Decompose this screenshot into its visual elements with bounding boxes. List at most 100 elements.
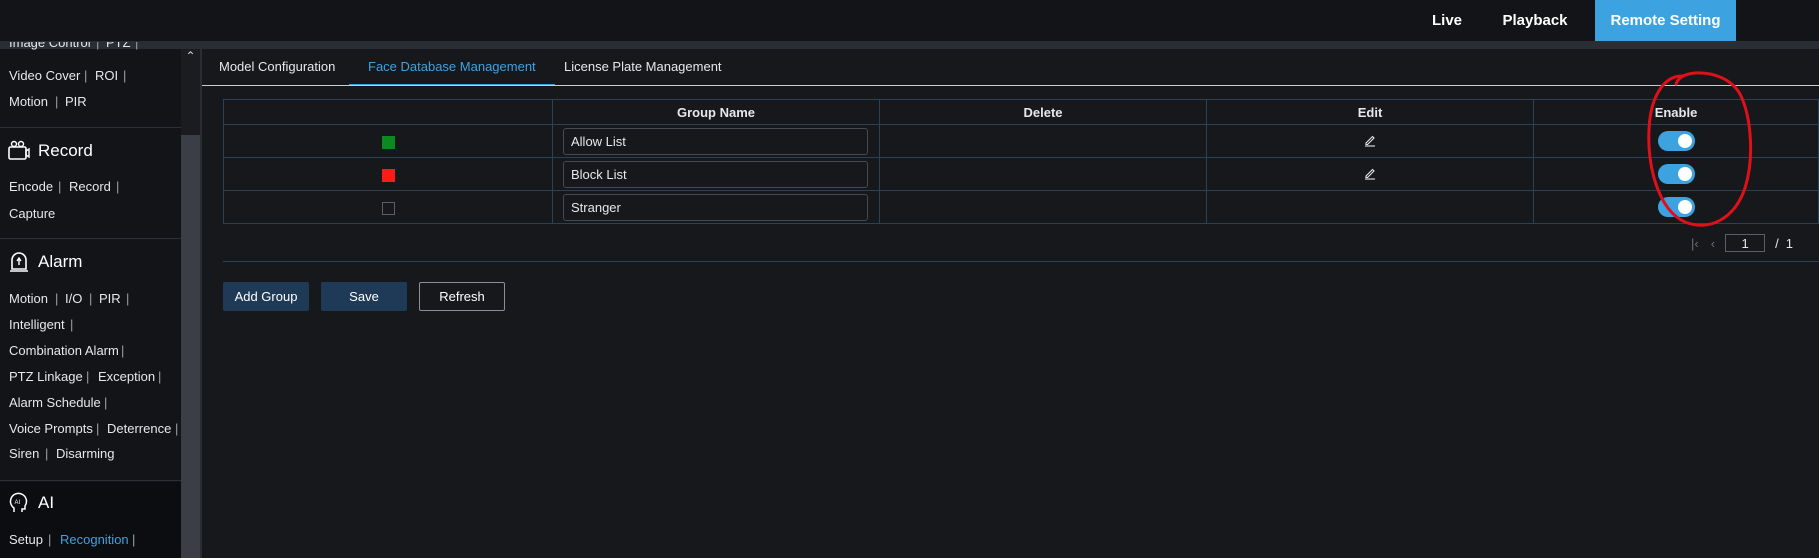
content-divider xyxy=(223,261,1819,262)
header-delete: Delete xyxy=(879,99,1207,125)
sidebar-link-siren[interactable]: Siren xyxy=(9,446,39,461)
separator: | xyxy=(55,291,59,306)
sidebar-link-motion[interactable]: Motion xyxy=(9,94,48,109)
delete-cell xyxy=(879,190,1207,224)
separator: | xyxy=(135,42,139,50)
enable-toggle[interactable] xyxy=(1657,197,1695,217)
save-button[interactable]: Save xyxy=(321,282,407,311)
tab-face-database-management[interactable]: Face Database Management xyxy=(349,49,555,86)
tab-license-plate-management[interactable]: License Plate Management xyxy=(564,49,722,85)
sidebar-link-recognition[interactable]: Recognition xyxy=(60,532,129,547)
sidebar-link-voice-prompts[interactable]: Voice Prompts xyxy=(9,421,93,436)
separator: | xyxy=(45,446,49,461)
prev-page-icon[interactable]: ‹ xyxy=(1711,236,1715,251)
sidebar-link-record[interactable]: Record xyxy=(69,179,111,194)
group-name-cell xyxy=(552,124,880,158)
enable-toggle[interactable] xyxy=(1657,131,1695,151)
separator: | xyxy=(104,395,108,410)
sidebar-link-pir[interactable]: PIR xyxy=(65,94,87,109)
sidebar-link-ptz-linkage[interactable]: PTZ Linkage xyxy=(9,369,83,384)
sidebar-link-alarm-pir[interactable]: PIR xyxy=(99,291,121,306)
sidebar-scroll-thumb[interactable] xyxy=(181,135,200,558)
section-ai-title: AI xyxy=(38,493,55,512)
group-name-input[interactable] xyxy=(563,193,868,221)
delete-cell xyxy=(879,124,1207,158)
group-table: Group Name Delete Edit Enable xyxy=(223,99,1819,224)
group-name-cell xyxy=(552,190,880,224)
separator: | xyxy=(58,179,62,194)
section-ai[interactable]: AI AI xyxy=(8,492,54,514)
table-row xyxy=(223,157,1819,191)
separator: | xyxy=(121,343,125,358)
sidebar-link-exception[interactable]: Exception xyxy=(98,369,155,384)
section-alarm-title: Alarm xyxy=(38,252,83,271)
section-divider xyxy=(0,238,181,239)
header-group-name: Group Name xyxy=(552,99,880,125)
ai-head-icon: AI xyxy=(9,492,28,512)
page-separator: / xyxy=(1775,235,1779,251)
section-alarm[interactable]: Alarm xyxy=(8,251,82,273)
sidebar-link-alarm-schedule[interactable]: Alarm Schedule xyxy=(9,395,101,410)
svg-text:AI: AI xyxy=(15,500,21,506)
sidebar-link-intelligent[interactable]: Intelligent xyxy=(9,317,65,332)
color-swatch xyxy=(381,168,395,182)
color-cell xyxy=(223,157,553,191)
separator: | xyxy=(96,42,100,50)
pagination: |‹ ‹ / 1 xyxy=(1691,234,1793,252)
table-header-row: Group Name Delete Edit Enable xyxy=(223,99,1819,125)
pencil-edit-icon[interactable] xyxy=(1363,133,1377,147)
sidebar-link-ptz[interactable]: PTZ xyxy=(106,42,131,51)
header-enable: Enable xyxy=(1533,99,1819,125)
group-name-input[interactable] xyxy=(563,127,868,155)
separator: | xyxy=(96,421,100,436)
sidebar-link-combination-alarm[interactable]: Combination Alarm xyxy=(9,343,119,358)
sidebar-link-disarming[interactable]: Disarming xyxy=(56,446,115,461)
header-color xyxy=(223,99,553,125)
tab-bar: Model Configuration Face Database Manage… xyxy=(202,49,1819,86)
refresh-button[interactable]: Refresh xyxy=(419,282,505,311)
enable-cell xyxy=(1533,124,1819,158)
section-record-title: Record xyxy=(38,141,93,160)
nav-live[interactable]: Live xyxy=(1406,0,1488,41)
sidebar-link-deterrence[interactable]: Deterrence xyxy=(107,421,171,436)
edit-cell xyxy=(1206,124,1534,158)
separator: | xyxy=(158,369,162,384)
separator: | xyxy=(132,532,136,547)
sidebar-link-alarm-motion[interactable]: Motion xyxy=(9,291,48,306)
sidebar-link-capture[interactable]: Capture xyxy=(9,206,55,221)
table-row xyxy=(223,190,1819,224)
page-number-input[interactable] xyxy=(1725,234,1766,252)
group-name-input[interactable] xyxy=(563,160,868,188)
sidebar-link-image-control[interactable]: Image Control xyxy=(9,42,91,51)
tab-model-configuration[interactable]: Model Configuration xyxy=(219,49,335,85)
scroll-up-icon[interactable]: ⌃ xyxy=(183,49,198,63)
separator: | xyxy=(116,179,120,194)
sidebar-link-video-cover[interactable]: Video Cover xyxy=(9,68,80,83)
edit-cell xyxy=(1206,157,1534,191)
table-row xyxy=(223,124,1819,158)
separator: | xyxy=(89,291,93,306)
separator: | xyxy=(70,317,74,332)
sidebar-link-io[interactable]: I/O xyxy=(65,291,82,306)
nav-playback[interactable]: Playback xyxy=(1494,0,1576,41)
pencil-edit-icon[interactable] xyxy=(1363,166,1377,180)
sidebar-link-setup[interactable]: Setup xyxy=(9,532,43,547)
sidebar-link-roi[interactable]: ROI xyxy=(95,68,118,83)
add-group-button[interactable]: Add Group xyxy=(223,282,309,311)
enable-toggle[interactable] xyxy=(1657,164,1695,184)
separator: | xyxy=(126,291,130,306)
enable-cell xyxy=(1533,157,1819,191)
alarm-bell-icon xyxy=(10,252,28,272)
first-page-icon[interactable]: |‹ xyxy=(1691,236,1699,251)
panel-divider xyxy=(200,49,202,558)
separator: | xyxy=(175,421,179,436)
tab-underline xyxy=(202,85,1819,86)
separator: | xyxy=(48,532,52,547)
separator: | xyxy=(123,68,127,83)
page-total: 1 xyxy=(1785,235,1793,251)
section-divider xyxy=(0,127,181,128)
sidebar-link-encode[interactable]: Encode xyxy=(9,179,53,194)
header-edit: Edit xyxy=(1206,99,1534,125)
nav-remote-setting[interactable]: Remote Setting xyxy=(1595,0,1736,41)
section-record[interactable]: Record xyxy=(8,140,93,162)
